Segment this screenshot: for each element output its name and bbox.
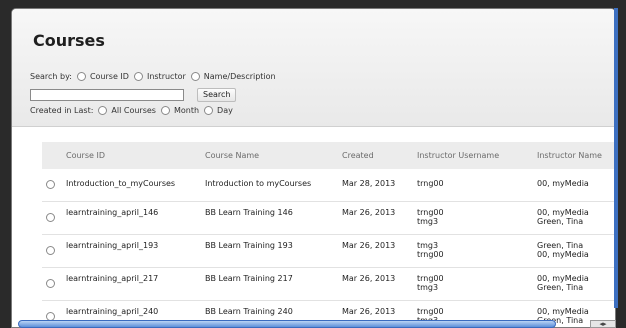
option-day-label: Day (217, 106, 233, 115)
instructor-username-cell: trng00 (417, 179, 444, 188)
search-by-row: Search by: Course ID Instructor Name/Des… (30, 72, 276, 81)
horizontal-scrollbar-thumb[interactable] (18, 320, 556, 328)
page-title: Courses (33, 31, 105, 50)
course-name-cell: BB Learn Training 193 (205, 241, 293, 250)
header-course-name[interactable]: Course Name (205, 151, 259, 160)
course-id-cell: learntraining_april_217 (66, 274, 159, 283)
created-cell: Mar 28, 2013 (342, 179, 396, 188)
header-created[interactable]: Created (342, 151, 374, 160)
radio-course-id[interactable] (76, 72, 86, 81)
vertical-scrollbar[interactable] (614, 8, 618, 308)
option-month-label: Month (173, 106, 200, 115)
name-line: 00, myMedia (537, 274, 589, 283)
course-id-cell: Introduction_to_myCourses (66, 179, 176, 188)
created-cell: Mar 26, 2013 (342, 307, 396, 316)
header-instructor-name[interactable]: Instructor Name (537, 151, 602, 160)
username-line: trng00 (417, 208, 444, 217)
created-label: Created in Last: (30, 106, 94, 115)
instructor-username-cell: trng00 tmg3 (417, 208, 444, 226)
radio-name-description[interactable] (190, 72, 200, 81)
instructor-name-cell: 00, myMedia Green, Tina (537, 274, 589, 292)
course-name-cell: BB Learn Training 240 (205, 307, 293, 316)
table-row: learntraining_april_146 BB Learn Trainin… (42, 202, 615, 235)
created-in-last-row: Created in Last: All Courses Month Day (30, 106, 233, 115)
username-line: trng00 (417, 307, 444, 316)
course-id-cell: learntraining_april_146 (66, 208, 159, 217)
option-course-id-label: Course ID (89, 72, 129, 81)
search-panel: Courses Search by: Course ID Instructor … (12, 9, 615, 127)
instructor-name-cell: Green, Tina 00, myMedia (537, 241, 589, 259)
created-cell: Mar 26, 2013 (342, 208, 396, 217)
scroll-right-icon[interactable]: ▸ (603, 320, 607, 328)
table-row: Introduction_to_myCourses Introduction t… (42, 169, 615, 202)
row-select-radio[interactable] (46, 279, 55, 288)
option-instructor-label: Instructor (146, 72, 186, 81)
course-name-cell: Introduction to myCourses (205, 179, 312, 188)
name-line: 00, myMedia (537, 307, 589, 316)
search-button[interactable]: Search (197, 88, 237, 102)
username-line: trng00 (417, 250, 444, 259)
name-line: 00, myMedia (537, 208, 589, 217)
instructor-username-cell: tmg3 trng00 (417, 241, 444, 259)
course-name-cell: BB Learn Training 146 (205, 208, 293, 217)
row-select-radio[interactable] (46, 180, 55, 189)
instructor-name-cell: 00, myMedia (537, 179, 589, 188)
created-cell: Mar 26, 2013 (342, 241, 396, 250)
table-row: learntraining_april_193 BB Learn Trainin… (42, 235, 615, 268)
table-row: learntraining_april_217 BB Learn Trainin… (42, 268, 615, 301)
header-course-id[interactable]: Course ID (66, 151, 105, 160)
instructor-username-cell: trng00 tmg3 (417, 274, 444, 292)
username-line: trng00 (417, 274, 444, 283)
username-line: tmg3 (417, 241, 439, 250)
name-line: Green, Tina (537, 217, 584, 226)
scroll-arrows[interactable]: ◂▸ (590, 320, 616, 328)
search-input[interactable] (30, 89, 184, 101)
name-line: Green, Tina (537, 283, 584, 292)
course-id-cell: learntraining_april_240 (66, 307, 159, 316)
instructor-name-cell: 00, myMedia Green, Tina (537, 208, 589, 226)
row-select-radio[interactable] (46, 246, 55, 255)
radio-day[interactable] (204, 106, 214, 115)
radio-all-courses[interactable] (98, 106, 108, 115)
table-header: Course ID Course Name Created Instructor… (42, 142, 615, 169)
radio-instructor[interactable] (133, 72, 143, 81)
username-line: tmg3 (417, 217, 439, 226)
name-line: 00, myMedia (537, 250, 589, 259)
created-cell: Mar 26, 2013 (342, 274, 396, 283)
option-name-description-label: Name/Description (203, 72, 276, 81)
radio-month[interactable] (160, 106, 170, 115)
row-select-radio[interactable] (46, 213, 55, 222)
option-all-courses-label: All Courses (111, 106, 156, 115)
username-line: tmg3 (417, 283, 439, 292)
course-id-cell: learntraining_april_193 (66, 241, 159, 250)
name-line: Green, Tina (537, 241, 584, 250)
search-by-label: Search by: (30, 72, 72, 81)
course-name-cell: BB Learn Training 217 (205, 274, 293, 283)
header-instructor-username[interactable]: Instructor Username (417, 151, 499, 160)
courses-window: Courses Search by: Course ID Instructor … (11, 8, 616, 328)
